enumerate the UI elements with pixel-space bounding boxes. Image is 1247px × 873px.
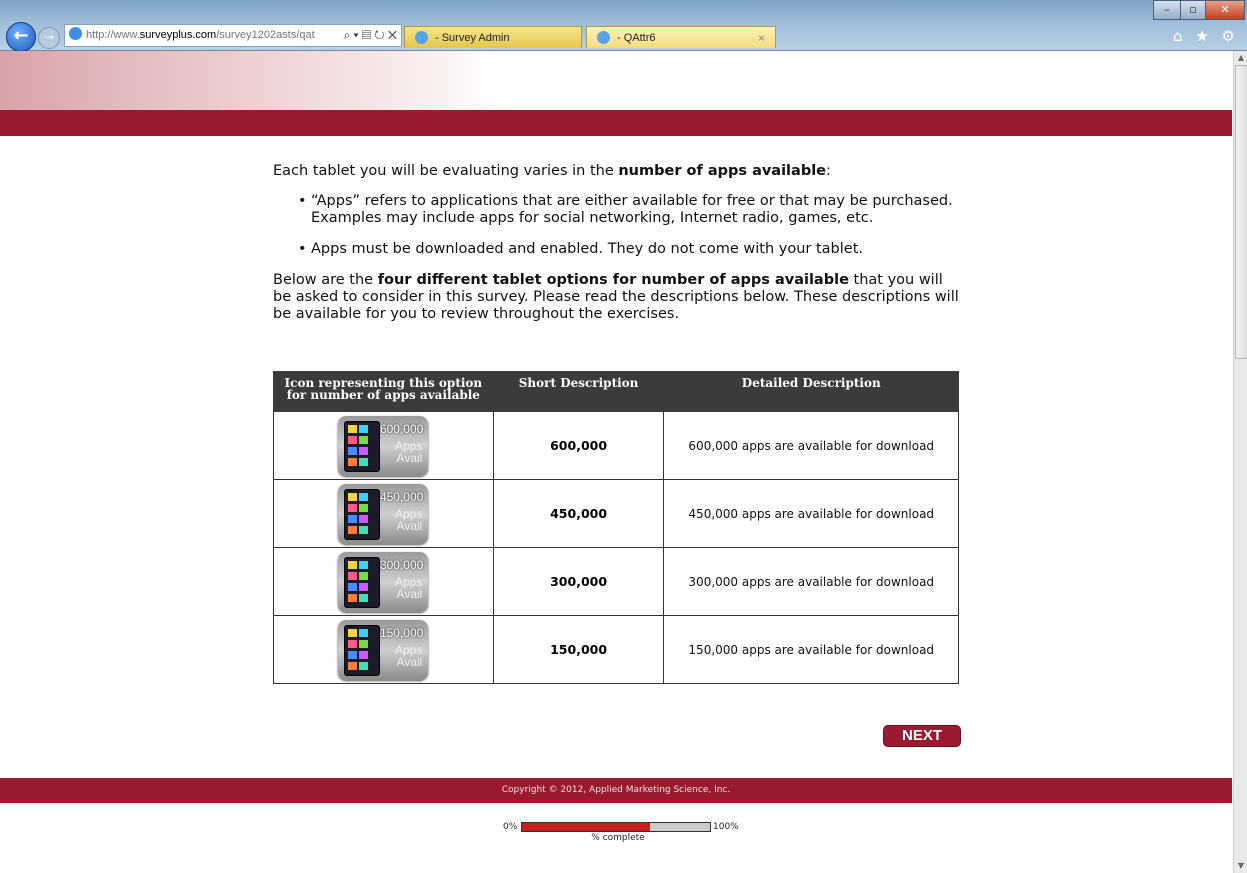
below-bold: four different tablet options for number…	[377, 272, 849, 288]
bullet-item: Apps must be downloaded and enabled. The…	[298, 241, 963, 258]
progress-label: % complete	[591, 833, 645, 843]
address-bar[interactable]: http://www.surveyplus.com/survey1202asts…	[64, 24, 402, 47]
intro-text: Each tablet you will be evaluating varie…	[273, 163, 619, 179]
tab-label: - QAttr6	[617, 32, 656, 44]
icon-cell: 300,000 Apps Avail	[273, 547, 494, 616]
progress-fill	[522, 823, 650, 831]
icon-count-label: 450,000	[379, 489, 424, 504]
column-header-short: Short Description	[492, 371, 665, 412]
address-bar-tools[interactable]: ⌕ ▾ ▤ ↻ ✕	[339, 25, 397, 46]
icon-cell: 450,000 Apps Avail	[273, 479, 494, 548]
bullet-item: “Apps” refers to applications that are e…	[298, 193, 963, 227]
tablet-apps-icon: 300,000 Apps Avail	[338, 551, 429, 612]
home-favorites-tools-icons[interactable]: ⌂ ★ ⚙	[1173, 27, 1239, 45]
icon-count-label: 300,000	[379, 557, 424, 572]
table-header-row: Icon representing this option for number…	[273, 371, 959, 412]
vertical-scrollbar[interactable]: ▲ ▼	[1233, 51, 1247, 873]
icon-avail-text: Avail	[396, 586, 423, 601]
icon-apps-label: Apps Avail	[395, 508, 422, 532]
tab-qattr6[interactable]: - QAttr6 ×	[586, 26, 776, 48]
forward-arrow-icon: →	[43, 30, 55, 44]
footer-copyright: Copyright © 2012, Applied Marketing Scie…	[0, 778, 1232, 803]
tab-close-icon[interactable]: ×	[758, 27, 765, 49]
url-domain: surveyplus.com	[139, 29, 217, 41]
icon-cell: 600,000 Apps Avail	[273, 411, 494, 480]
icon-count-label: 600,000	[379, 421, 424, 436]
icon-apps-label: Apps Avail	[395, 644, 422, 668]
detailed-description: 300,000 apps are available for download	[663, 547, 959, 616]
scroll-up-icon[interactable]: ▲	[1234, 51, 1247, 65]
tablet-icon	[344, 488, 381, 540]
tablet-apps-icon: 150,000 Apps Avail	[338, 619, 429, 680]
back-button[interactable]: ←	[6, 22, 36, 52]
table-row: 450,000 Apps Avail 450,000 450,000 apps a…	[273, 479, 959, 548]
tablet-apps-icon: 450,000 Apps Avail	[338, 483, 429, 544]
icon-avail-text: Avail	[396, 654, 423, 669]
forward-button[interactable]: →	[38, 27, 60, 49]
close-window-button[interactable]: ✕	[1205, 0, 1245, 20]
short-description: 600,000	[492, 411, 665, 480]
bullet-list: “Apps” refers to applications that are e…	[273, 193, 963, 258]
intro-suffix: :	[826, 163, 831, 179]
back-arrow-icon: ←	[13, 25, 29, 46]
short-description: 300,000	[492, 547, 665, 616]
icon-apps-label: Apps Avail	[395, 576, 422, 600]
header-red-bar	[0, 110, 1232, 136]
detailed-description: 450,000 apps are available for download	[663, 479, 959, 548]
icon-count-label: 150,000	[379, 625, 424, 640]
ie-icon	[69, 27, 82, 40]
options-table: Icon representing this option for number…	[273, 371, 959, 684]
next-button[interactable]: NEXT	[883, 725, 961, 747]
tab-label: - Survey Admin	[435, 32, 510, 44]
progress-bar	[521, 822, 711, 832]
icon-cell: 150,000 Apps Avail	[273, 615, 494, 684]
tablet-icon	[344, 420, 381, 472]
intro-paragraph: Each tablet you will be evaluating varie…	[273, 163, 963, 180]
detailed-description: 150,000 apps are available for download	[663, 615, 959, 684]
table-row: 300,000 Apps Avail 300,000 300,000 apps a…	[273, 547, 959, 616]
short-description: 150,000	[492, 615, 665, 684]
tablet-apps-icon: 600,000 Apps Avail	[338, 415, 429, 476]
url-path: /survey1202asts/qat	[216, 29, 315, 41]
options-paragraph: Below are the four different tablet opti…	[273, 272, 963, 323]
icon-avail-text: Avail	[396, 518, 423, 533]
page-content: Each tablet you will be evaluating varie…	[0, 51, 1232, 873]
progress-max-label: 100%	[713, 822, 739, 832]
detailed-description: 600,000 apps are available for download	[663, 411, 959, 480]
ie-icon	[415, 31, 428, 44]
below-text: Below are the	[273, 272, 378, 288]
column-header-detail: Detailed Description	[663, 371, 959, 412]
header-banner	[0, 51, 1232, 110]
tab-survey-admin[interactable]: - Survey Admin	[404, 26, 582, 48]
tablet-icon	[344, 556, 381, 608]
icon-avail-text: Avail	[396, 450, 423, 465]
scrollbar-thumb[interactable]	[1235, 65, 1247, 359]
icon-apps-label: Apps Avail	[395, 440, 422, 464]
url-prefix: http://www.	[86, 29, 140, 41]
intro-bold: number of apps available	[618, 163, 826, 179]
table-row: 600,000 Apps Avail 600,000 600,000 apps a…	[273, 411, 959, 480]
column-header-icon: Icon representing this option for number…	[273, 371, 494, 412]
minimize-button[interactable]: –	[1153, 0, 1181, 20]
short-description: 450,000	[492, 479, 665, 548]
maximize-button[interactable]: ▫	[1180, 0, 1206, 20]
ie-icon	[597, 31, 610, 44]
table-row: 150,000 Apps Avail 150,000 150,000 apps a…	[273, 615, 959, 684]
tablet-icon	[344, 624, 381, 676]
browser-toolbar: ← → http://www.surveyplus.com/survey1202…	[0, 0, 1247, 52]
progress-min-label: 0%	[503, 822, 518, 832]
scroll-down-icon[interactable]: ▼	[1234, 859, 1247, 873]
question-text: Each tablet you will be evaluating varie…	[273, 163, 963, 323]
